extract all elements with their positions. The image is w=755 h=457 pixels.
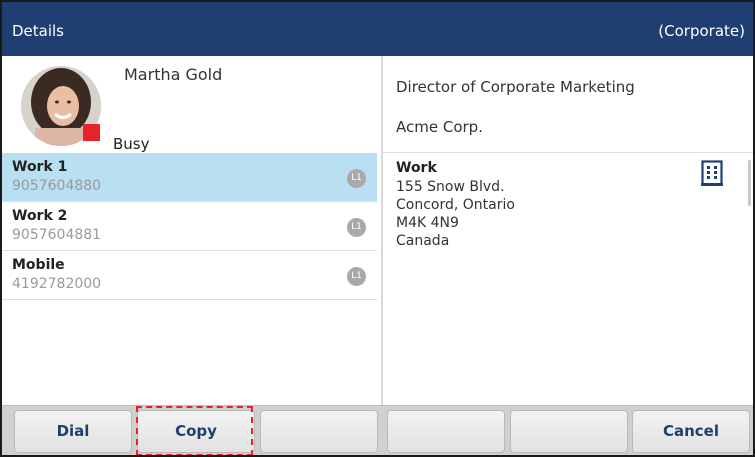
address-line-4: Canada	[396, 233, 450, 249]
phone-row-work-1[interactable]: Work 1 9057604880 L1	[2, 153, 377, 202]
cancel-button[interactable]: Cancel	[632, 410, 750, 453]
contact-name: Martha Gold	[124, 65, 223, 84]
empty-softkey-3[interactable]	[260, 410, 378, 453]
section-divider	[383, 152, 753, 153]
line-badge-icon: L1	[347, 218, 366, 237]
copy-button[interactable]: Copy	[137, 410, 255, 453]
phone-row-mobile[interactable]: Mobile 4192782000 L1	[2, 251, 377, 300]
phone-number: 9057604880	[12, 178, 102, 194]
details-screen: Details (Corporate) Martha Gold Busy Wor…	[0, 0, 755, 457]
phone-label: Work 1	[12, 159, 68, 175]
presence-status: Busy	[113, 135, 150, 153]
busy-status-icon	[83, 124, 100, 141]
directory-label: (Corporate)	[658, 22, 745, 40]
empty-softkey-5[interactable]	[510, 410, 628, 453]
phone-number: 4192782000	[12, 276, 102, 292]
address-line-2: Concord, Ontario	[396, 197, 515, 213]
job-title: Director of Corporate Marketing	[396, 78, 635, 96]
line-badge-icon: L1	[347, 267, 366, 286]
line-badge-icon: L1	[347, 169, 366, 188]
building-icon	[701, 160, 723, 186]
phone-label: Mobile	[12, 257, 65, 273]
company-name: Acme Corp.	[396, 118, 483, 136]
phone-number-list: Work 1 9057604880 L1 Work 2 9057604881 L…	[2, 153, 377, 300]
contact-info-panel: Director of Corporate Marketing Acme Cor…	[383, 56, 753, 405]
title-bar: Details (Corporate)	[2, 2, 753, 56]
address-scrollbar[interactable]	[748, 160, 751, 206]
address-line-3: M4K 4N9	[396, 215, 459, 231]
contact-profile: Martha Gold Busy	[2, 56, 381, 153]
address-label: Work	[396, 160, 437, 176]
contact-panel: Martha Gold Busy Work 1 9057604880 L1 Wo…	[2, 56, 381, 405]
phone-number: 9057604881	[12, 227, 102, 243]
phone-row-work-2[interactable]: Work 2 9057604881 L1	[2, 202, 377, 251]
phone-label: Work 2	[12, 208, 68, 224]
empty-softkey-4[interactable]	[387, 410, 505, 453]
address-line-1: 155 Snow Blvd.	[396, 179, 505, 195]
screen-title: Details	[12, 22, 65, 40]
dial-button[interactable]: Dial	[14, 410, 132, 453]
softkey-bar: Dial Copy Cancel	[2, 405, 753, 455]
